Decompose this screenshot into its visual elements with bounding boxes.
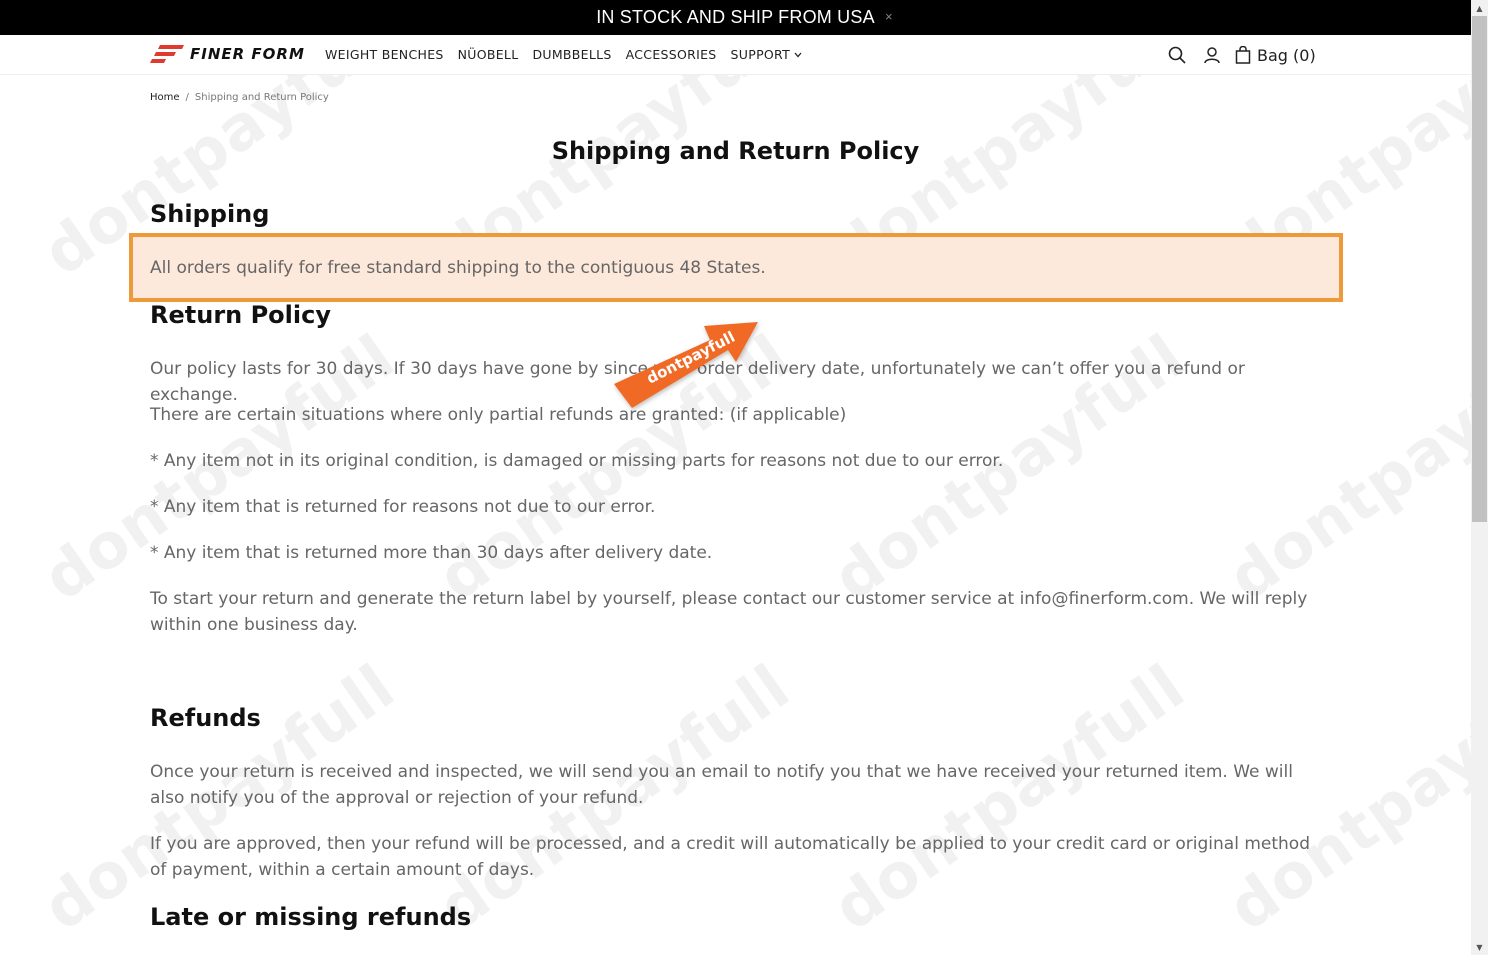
refunds-paragraph: Once your return is received and inspect… [150,762,1293,808]
logo-icon [150,45,184,63]
shipping-text: All orders qualify for free standard shi… [150,258,766,278]
close-icon[interactable]: × [885,9,893,24]
announcement-text: IN STOCK AND SHIP FROM USA [596,7,875,27]
breadcrumb-separator: / [185,92,189,103]
site-header: FINER FORM WEIGHT BENCHES NÜOBELL DUMBBE… [0,35,1471,75]
chevron-down-icon [794,52,802,58]
main-nav: WEIGHT BENCHES NÜOBELL DUMBBELLS ACCESSO… [325,47,802,62]
user-icon[interactable] [1201,44,1223,66]
announcement-bar: IN STOCK AND SHIP FROM USA × [0,0,1471,35]
nav-support[interactable]: SUPPORT [731,47,803,62]
nav-dumbbells[interactable]: DUMBBELLS [532,47,611,62]
bag-label: Bag (0) [1257,45,1316,65]
breadcrumb-current: Shipping and Return Policy [194,92,329,103]
arrow-label: dontpayfull [644,328,738,388]
logo[interactable]: FINER FORM [150,43,305,65]
scrollbar-thumb[interactable] [1472,16,1487,522]
shipping-heading: Shipping [150,200,270,228]
header-actions: Bag (0) [1166,44,1316,66]
refunds-heading: Refunds [150,704,261,732]
scroll-down-icon[interactable]: ▼ [1471,939,1488,955]
logo-text: FINER FORM [190,45,305,63]
page-title: Shipping and Return Policy [551,137,920,165]
return-policy-heading: Return Policy [150,301,331,329]
nav-nuobell[interactable]: NÜOBELL [458,47,519,62]
search-icon[interactable] [1166,44,1188,66]
nav-support-label: SUPPORT [730,47,791,62]
breadcrumb: Home / Shipping and Return Policy [150,92,329,103]
bag-icon [1235,46,1251,64]
scroll-up-icon[interactable]: ▲ [1471,0,1488,16]
dontpayfull-arrow: dontpayfull [610,318,770,422]
late-refunds-heading: Late or missing refunds [150,903,472,931]
nav-weight-benches[interactable]: WEIGHT BENCHES [325,47,444,62]
return-paragraph: To start your return and generate the re… [150,589,1308,635]
refunds-paragraph: If you are approved, then your refund wi… [150,834,1310,880]
return-paragraph: * Any item that is returned for reasons … [150,497,656,517]
breadcrumb-home[interactable]: Home [150,92,180,103]
page-scrollbar[interactable]: ▲ ▼ [1471,0,1488,955]
bag-button[interactable]: Bag (0) [1235,46,1316,65]
nav-accessories[interactable]: ACCESSORIES [626,47,717,62]
return-paragraph: * Any item that is returned more than 30… [150,543,713,563]
return-paragraph: * Any item not in its original condition… [150,451,1004,471]
